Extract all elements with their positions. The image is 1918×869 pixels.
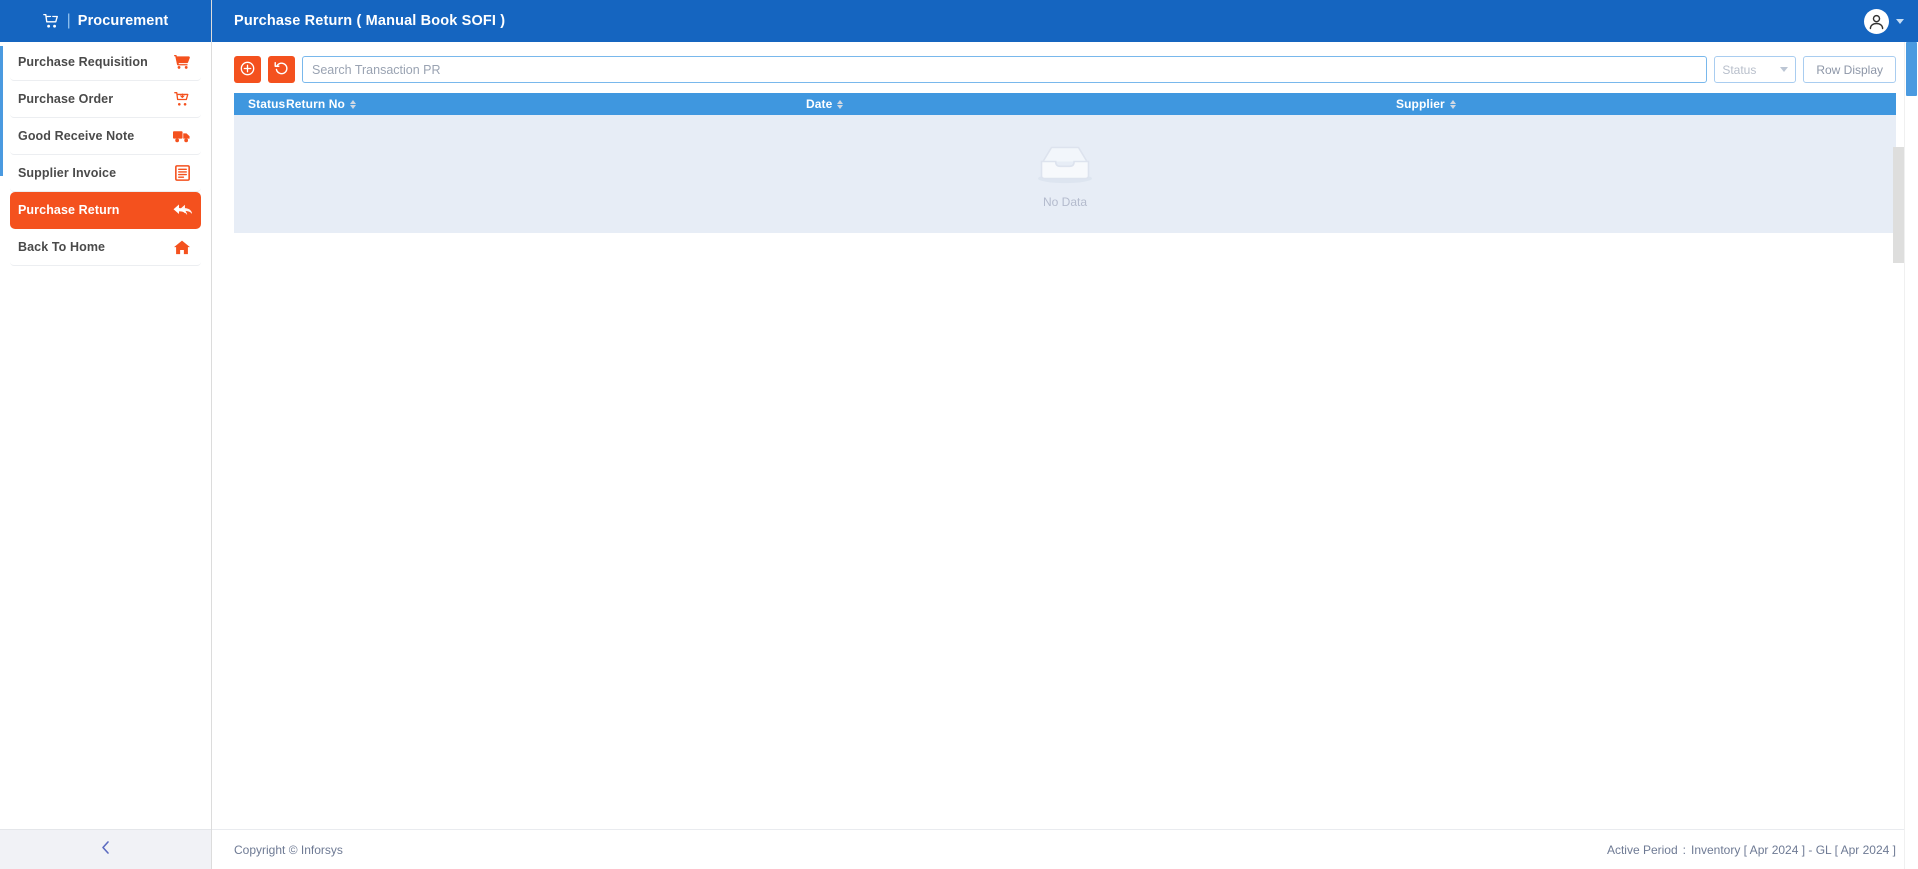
sidebar-item-purchase-order[interactable]: Purchase Order <box>10 81 201 118</box>
add-button[interactable] <box>234 56 261 83</box>
column-label: Date <box>806 97 833 111</box>
status-filter-dropdown[interactable]: Status <box>1714 56 1797 83</box>
sidebar-item-back-to-home[interactable]: Back To Home <box>10 229 201 266</box>
refresh-button[interactable] <box>268 56 295 83</box>
top-header-bar: Purchase Return ( Manual Book SOFI ) <box>212 0 1918 42</box>
content-area: Purchase Return ( Manual Book SOFI ) Sea… <box>212 0 1918 869</box>
sort-icon[interactable] <box>349 99 356 109</box>
main-panel: Status Row Display <box>212 42 1918 829</box>
invoice-document-icon <box>172 165 192 181</box>
active-period-info: Active Period : Inventory [ Apr 2024 ] -… <box>1607 843 1896 857</box>
empty-state-label: No Data <box>1042 194 1088 209</box>
data-table-container: Status Return No Date Supplier No Data <box>234 93 1896 233</box>
active-period-label: Active Period <box>1606 842 1678 857</box>
sidebar-item-label: Purchase Order <box>18 92 114 106</box>
home-icon <box>172 240 192 255</box>
sidebar-item-good-receive-note[interactable]: Good Receive Note <box>10 118 201 155</box>
active-period-value: Inventory [ Apr 2024 ] - GL [ Apr 2024 ] <box>1690 842 1896 857</box>
active-period-separator: : <box>1682 842 1686 857</box>
app-window: | Procurement Purchase Requisition Purch… <box>0 0 1918 869</box>
row-display-button[interactable]: Row Display <box>1803 56 1896 83</box>
column-header-supplier[interactable]: Supplier <box>1396 93 1896 115</box>
column-header-return-no[interactable]: Return No <box>286 93 806 115</box>
column-header-date[interactable]: Date <box>806 93 1396 115</box>
purchase-return-table: Status Return No Date Supplier No Data <box>234 93 1896 233</box>
column-label: Supplier <box>1396 97 1445 111</box>
table-head: Status Return No Date Supplier <box>234 93 1896 115</box>
empty-state-cell: No Data <box>234 115 1896 233</box>
sidebar-collapse-toggle[interactable] <box>0 829 211 869</box>
inner-scroll-indicator <box>0 46 3 176</box>
cart-plus-icon <box>42 13 60 29</box>
footer-bar: Copyright © Inforsys Active Period : Inv… <box>212 829 1918 869</box>
table-body: No Data <box>234 115 1896 233</box>
toolbar: Status Row Display <box>234 56 1896 83</box>
chevron-down-icon <box>1780 67 1789 72</box>
search-input[interactable] <box>302 56 1708 83</box>
empty-state: No Data <box>1032 140 1098 209</box>
sort-icon[interactable] <box>837 99 844 109</box>
column-label: Return No <box>286 97 345 111</box>
column-header-status[interactable]: Status <box>234 93 286 115</box>
brand-separator: | <box>66 12 71 29</box>
column-label: Status <box>248 97 286 111</box>
sidebar-brand[interactable]: | Procurement <box>0 0 211 42</box>
sidebar-item-label: Good Receive Note <box>18 129 135 143</box>
cart-arrow-icon <box>172 92 192 106</box>
sidebar-item-purchase-return[interactable]: Purchase Return <box>10 192 201 229</box>
sidebar-item-label: Supplier Invoice <box>18 166 117 180</box>
sidebar-item-purchase-requisition[interactable]: Purchase Requisition <box>10 44 201 81</box>
sidebar-item-label: Back To Home <box>18 240 106 254</box>
shopping-cart-icon <box>172 55 192 69</box>
sort-icon[interactable] <box>1449 99 1456 109</box>
reply-all-icon <box>172 203 192 218</box>
empty-inbox-icon <box>1032 140 1098 191</box>
truck-icon <box>172 129 192 143</box>
brand-title: Procurement <box>77 13 169 29</box>
page-scrollbar-track[interactable] <box>1904 42 1918 869</box>
sidebar: | Procurement Purchase Requisition Purch… <box>0 0 212 869</box>
page-scrollbar-thumb[interactable] <box>1906 42 1917 96</box>
sidebar-item-label: Purchase Return <box>18 203 120 217</box>
table-empty-row: No Data <box>234 115 1896 233</box>
status-filter-label: Status <box>1722 62 1757 77</box>
page-title: Purchase Return ( Manual Book SOFI ) <box>234 13 506 29</box>
sidebar-item-supplier-invoice[interactable]: Supplier Invoice <box>10 155 201 192</box>
undo-rotate-icon <box>274 61 289 79</box>
user-menu[interactable] <box>1864 8 1904 34</box>
chevron-left-icon <box>100 840 111 860</box>
table-header-row: Status Return No Date Supplier <box>234 93 1896 115</box>
sidebar-item-label: Purchase Requisition <box>18 55 148 69</box>
user-circle-icon <box>1864 8 1889 34</box>
sidebar-menu: Purchase Requisition Purchase Order Good… <box>0 44 211 829</box>
plus-circle-icon <box>240 61 255 79</box>
copyright-text: Copyright © Inforsys <box>234 842 343 857</box>
table-scrollbar[interactable] <box>1893 147 1904 263</box>
caret-down-icon[interactable] <box>1896 18 1904 24</box>
